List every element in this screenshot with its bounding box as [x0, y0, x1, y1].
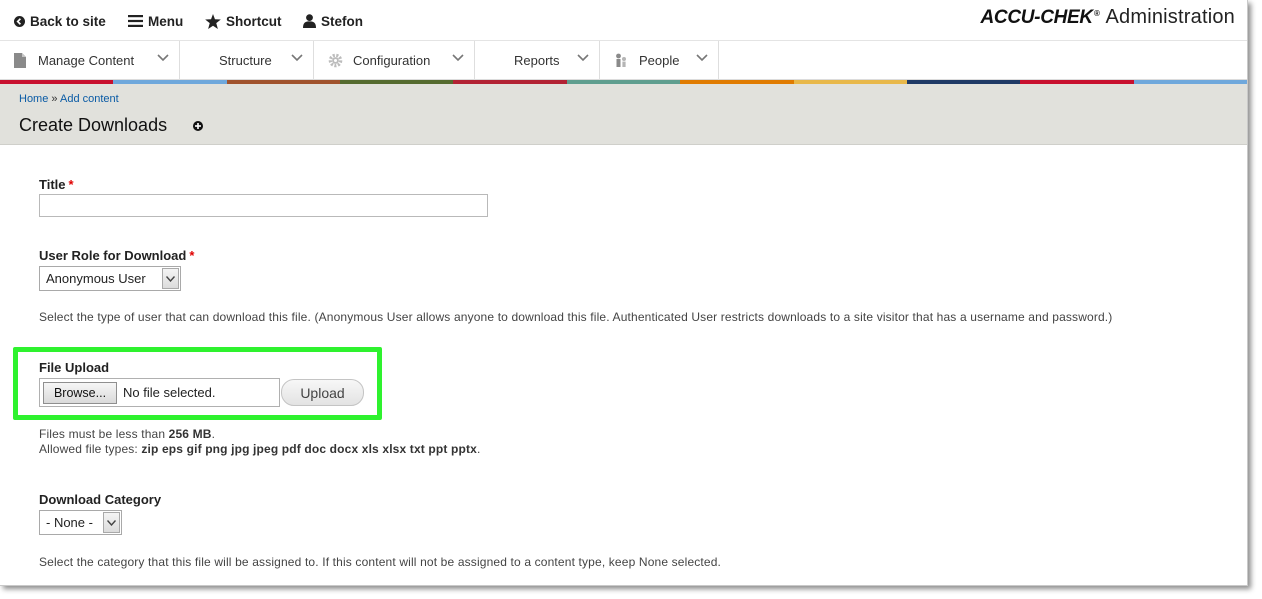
user-role-select[interactable]: Anonymous User	[39, 266, 181, 291]
toolbar-tray: Manage Content Structure Configuration R…	[0, 41, 1247, 80]
browse-button[interactable]: Browse...	[43, 381, 117, 404]
chevron-down-icon[interactable]	[157, 54, 169, 62]
document-icon	[14, 53, 26, 68]
chevron-down-icon[interactable]	[452, 54, 464, 62]
file-input-status: No file selected.	[123, 385, 216, 400]
chevron-down-icon[interactable]	[696, 54, 708, 62]
title-label-text: Title	[39, 177, 66, 192]
user-role-label: User Role for Download *	[39, 248, 194, 263]
breadcrumb-home-link[interactable]: Home	[19, 93, 48, 105]
brand-admin-label: Administration	[1105, 6, 1235, 28]
brand-logo: ACCU-CHEK® Administration	[980, 6, 1235, 28]
back-to-site-link[interactable]: Back to site	[14, 11, 106, 31]
file-types-note: Allowed file types: zip eps gif png jpg …	[39, 442, 481, 456]
download-category-selected-value: - None -	[46, 515, 93, 530]
user-role-description: Select the type of user that can downloa…	[39, 310, 1113, 324]
user-menu-button[interactable]: Stefon	[303, 11, 363, 31]
title-input[interactable]	[39, 194, 488, 217]
chevron-down-icon	[107, 519, 116, 526]
user-name-label: Stefon	[321, 13, 363, 29]
brand-logo-text: ACCU-CHEK	[980, 7, 1094, 28]
hamburger-icon	[128, 15, 143, 27]
page-title: Create Downloads	[19, 115, 168, 135]
tray-item-manage-content[interactable]: Manage Content	[0, 41, 180, 80]
chevron-down-icon[interactable]	[291, 54, 303, 62]
menu-label: Menu	[148, 13, 184, 29]
file-types-value: zip eps gif png jpg jpeg pdf doc docx xl…	[141, 442, 477, 456]
gear-icon	[328, 53, 343, 68]
breadcrumb-add-content-link[interactable]: Add content	[60, 93, 119, 105]
file-upload-label: File Upload	[39, 360, 110, 375]
breadcrumb: Home » Add content	[19, 93, 119, 105]
user-role-selected-value: Anonymous User	[46, 271, 146, 286]
download-category-select[interactable]: - None -	[39, 510, 122, 535]
title-label: Title *	[39, 177, 74, 192]
tray-item-label: Reports	[514, 53, 560, 68]
back-arrow-icon	[14, 15, 25, 27]
page-header: Home » Add content Create Downloads	[0, 84, 1247, 145]
star-icon	[205, 13, 221, 29]
shortcut-label: Shortcut	[226, 13, 282, 29]
browser-page: Back to site Menu Shortcut Stefon ACCU-C	[0, 0, 1248, 586]
download-category-description: Select the category that this file will …	[39, 555, 722, 569]
file-size-note: Files must be less than 256 MB.	[39, 427, 216, 441]
tray-item-label: Configuration	[353, 53, 431, 68]
file-input[interactable]: Browse... No file selected.	[39, 378, 280, 407]
required-marker: *	[189, 248, 195, 263]
shortcut-button[interactable]: Shortcut	[205, 11, 282, 31]
breadcrumb-separator: »	[51, 93, 58, 105]
add-shortcut-icon[interactable]	[193, 121, 203, 131]
user-icon	[303, 14, 316, 28]
back-to-site-label: Back to site	[30, 13, 106, 29]
file-size-value: 256 MB	[168, 427, 212, 441]
menu-button[interactable]: Menu	[128, 11, 183, 31]
download-category-label: Download Category	[39, 492, 162, 507]
chevron-down-icon	[166, 275, 175, 282]
file-types-prefix: Allowed file types:	[39, 442, 138, 456]
tray-item-label: Structure	[219, 53, 272, 68]
chevron-down-icon[interactable]	[577, 54, 589, 62]
tray-item-people[interactable]: People	[600, 41, 719, 80]
upload-button[interactable]: Upload	[281, 379, 364, 406]
tray-item-reports[interactable]: Reports	[475, 41, 600, 80]
admin-toolbar: Back to site Menu Shortcut Stefon ACCU-C	[0, 0, 1247, 41]
select-arrow	[162, 268, 179, 289]
user-role-label-text: User Role for Download	[39, 248, 187, 263]
tray-item-label: People	[639, 53, 680, 68]
required-marker: *	[68, 177, 74, 192]
people-icon	[616, 53, 626, 67]
select-arrow	[103, 512, 120, 533]
tray-item-structure[interactable]: Structure	[180, 41, 314, 80]
tray-item-configuration[interactable]: Configuration	[314, 41, 475, 80]
file-size-prefix: Files must be less than	[39, 427, 166, 441]
tray-item-label: Manage Content	[38, 53, 135, 68]
